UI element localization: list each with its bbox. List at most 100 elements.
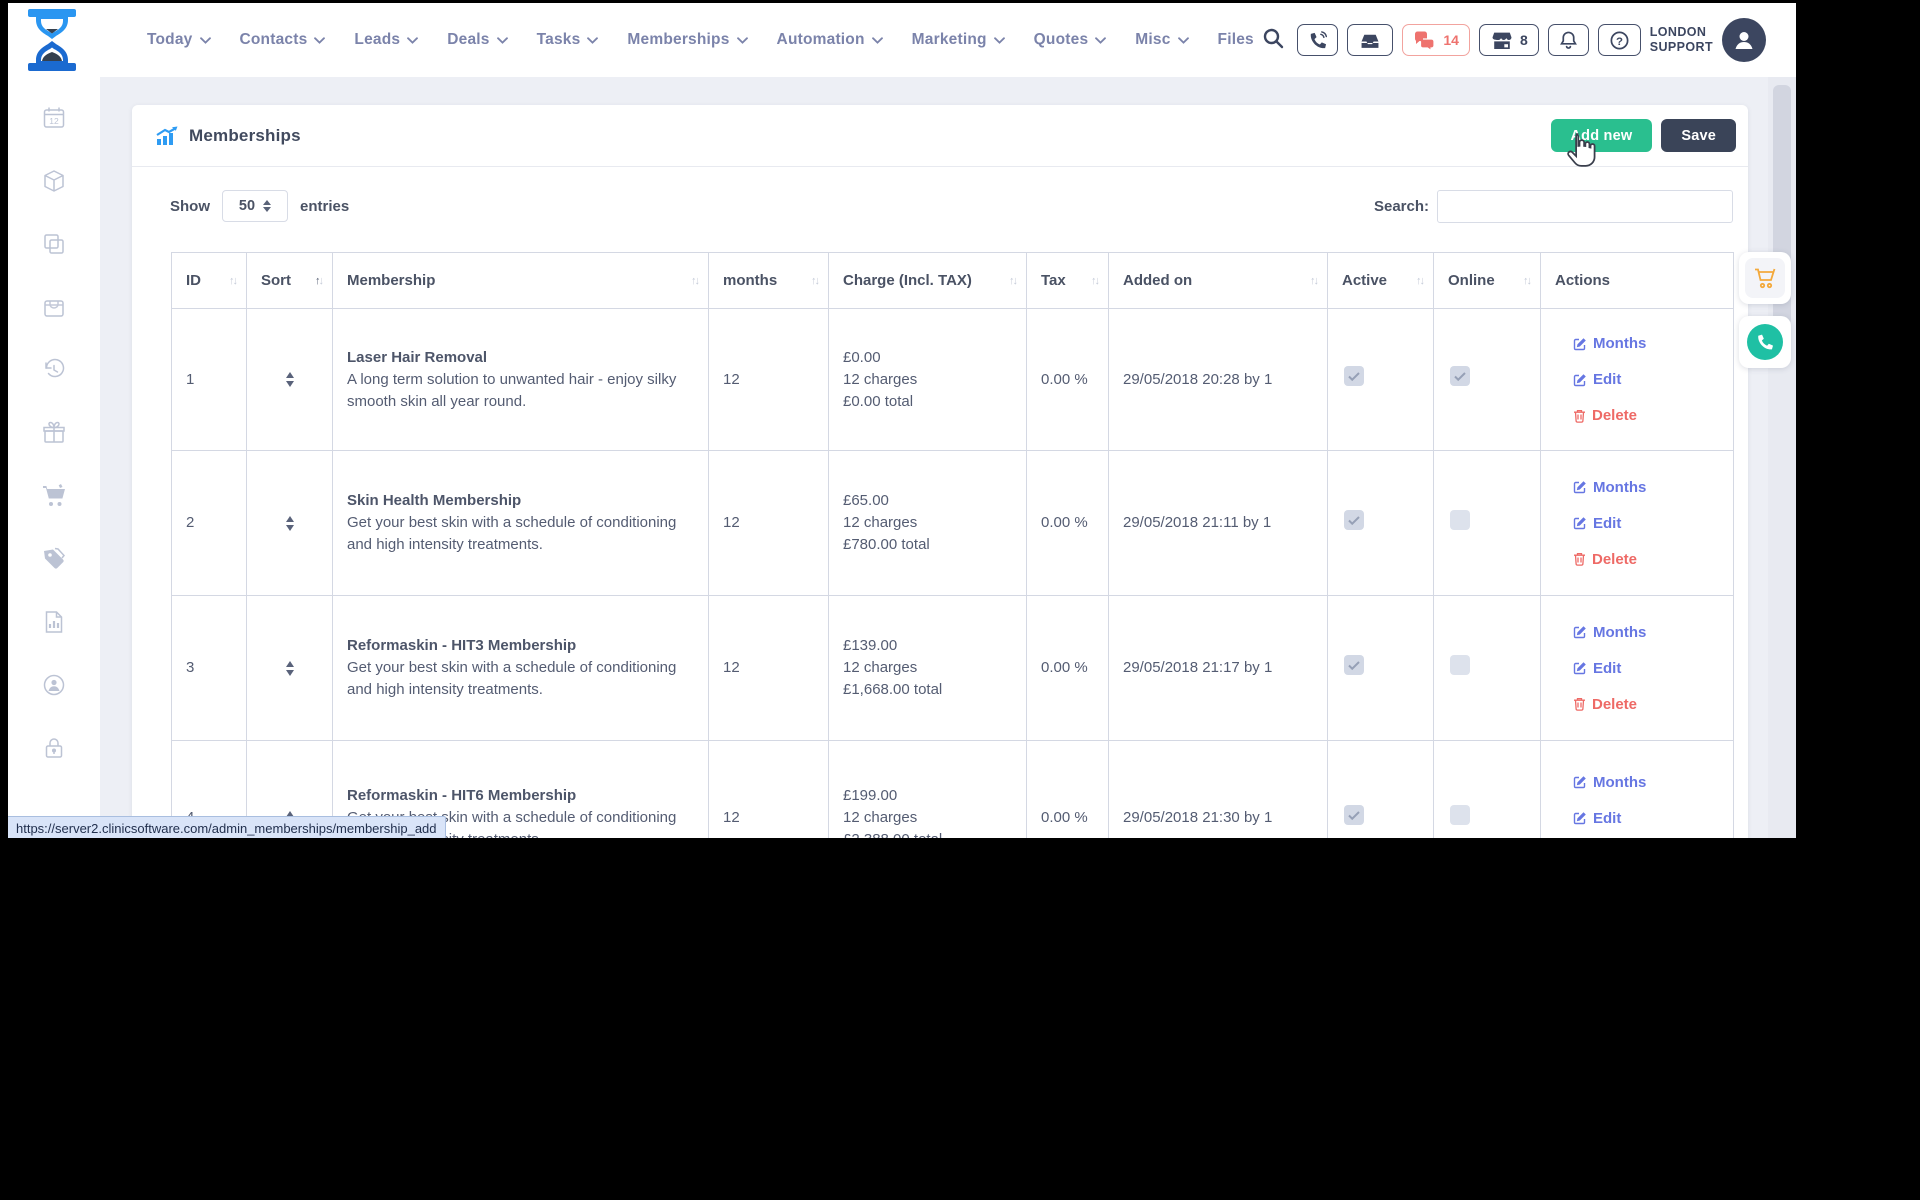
charge-line: £199.00 xyxy=(843,785,1012,807)
entries-label: entries xyxy=(300,198,349,215)
chat-bubbles-icon xyxy=(1413,31,1437,50)
edit-link[interactable]: Edit xyxy=(1573,515,1733,532)
chat-button[interactable]: 14 xyxy=(1402,24,1470,56)
cell-added-on: 29/05/2018 21:11 by 1 xyxy=(1109,506,1327,540)
check-icon xyxy=(1450,366,1470,386)
column-header-tax[interactable]: Tax↑↓ xyxy=(1027,253,1109,309)
column-header-months[interactable]: months↑↓ xyxy=(709,253,829,309)
chevron-down-icon xyxy=(737,37,748,44)
row-sort-handle[interactable] xyxy=(247,661,332,676)
nav-item-marketing[interactable]: Marketing xyxy=(912,31,1005,49)
table-row: 1Laser Hair RemovalA long term solution … xyxy=(172,309,1734,451)
sort-desc-icon: ↓ xyxy=(815,275,819,287)
column-header-id[interactable]: ID↑↓ xyxy=(172,253,247,309)
nav-item-deals[interactable]: Deals xyxy=(447,31,507,49)
copy-icon[interactable] xyxy=(41,231,67,257)
nav-item-files[interactable]: Files xyxy=(1218,31,1254,49)
row-sort-handle[interactable] xyxy=(247,516,332,531)
edit-link[interactable]: Edit xyxy=(1573,810,1733,827)
column-header-added-on[interactable]: Added on↑↓ xyxy=(1109,253,1328,309)
floating-phone-button[interactable] xyxy=(1739,316,1791,368)
save-button[interactable]: Save xyxy=(1661,119,1736,152)
nav-item-misc[interactable]: Misc xyxy=(1135,31,1188,49)
active-checkbox[interactable] xyxy=(1344,366,1364,386)
months-link[interactable]: Months xyxy=(1573,624,1733,641)
nav-item-label: Tasks xyxy=(537,31,581,49)
notifications-button[interactable] xyxy=(1548,24,1589,56)
package-icon[interactable] xyxy=(41,168,67,194)
active-checkbox[interactable] xyxy=(1344,805,1364,825)
search-icon[interactable] xyxy=(1262,27,1284,54)
edit-icon xyxy=(1573,480,1587,494)
shop-button[interactable]: 8 xyxy=(1479,24,1539,56)
sort-desc-icon: ↓ xyxy=(233,275,237,287)
page-size-select[interactable]: 50 xyxy=(222,190,288,222)
cart-icon[interactable] xyxy=(41,483,67,509)
user-badge-icon[interactable] xyxy=(41,672,67,698)
delete-link[interactable]: Delete xyxy=(1573,407,1733,424)
add-new-button[interactable]: Add new xyxy=(1551,119,1653,152)
column-header-actions: Actions xyxy=(1541,253,1734,309)
chevron-down-icon xyxy=(407,37,418,44)
nav-item-label: Today xyxy=(147,31,193,49)
edit-link[interactable]: Edit xyxy=(1573,660,1733,677)
nav-item-quotes[interactable]: Quotes xyxy=(1034,31,1107,49)
column-header-active[interactable]: Active↑↓ xyxy=(1328,253,1434,309)
delete-link[interactable]: Delete xyxy=(1573,696,1733,713)
inbox-button[interactable] xyxy=(1347,24,1393,56)
search-input[interactable] xyxy=(1437,190,1733,223)
nav-item-memberships[interactable]: Memberships xyxy=(627,31,747,49)
months-link[interactable]: Months xyxy=(1573,335,1733,352)
phone-button[interactable] xyxy=(1297,24,1338,56)
membership-description: Get your best skin with a schedule of co… xyxy=(347,512,694,556)
online-checkbox[interactable] xyxy=(1450,510,1470,530)
calendar-icon[interactable]: 12 xyxy=(41,105,67,131)
inbox-icon xyxy=(1358,31,1382,50)
cell-charge: £139.0012 charges£1,668.00 total xyxy=(829,629,1026,707)
membership-description: A long term solution to unwanted hair - … xyxy=(347,369,694,413)
active-checkbox[interactable] xyxy=(1344,510,1364,530)
column-header-online[interactable]: Online↑↓ xyxy=(1434,253,1541,309)
online-checkbox[interactable] xyxy=(1450,366,1470,386)
column-header-sort[interactable]: Sort↑↓ xyxy=(247,253,333,309)
delete-link[interactable]: Delete xyxy=(1573,551,1733,568)
lock-icon[interactable] xyxy=(41,735,67,761)
sort-desc-icon: ↓ xyxy=(1013,275,1017,287)
nav-item-automation[interactable]: Automation xyxy=(777,31,883,49)
column-header-membership[interactable]: Membership↑↓ xyxy=(333,253,709,309)
chat-count-badge: 14 xyxy=(1443,32,1459,48)
online-checkbox[interactable] xyxy=(1450,805,1470,825)
cell-months: 12 xyxy=(709,506,828,540)
months-link[interactable]: Months xyxy=(1573,774,1733,791)
online-checkbox[interactable] xyxy=(1450,655,1470,675)
nav-item-today[interactable]: Today xyxy=(147,31,211,49)
months-link[interactable]: Months xyxy=(1573,479,1733,496)
shopping-bag-icon[interactable] xyxy=(41,294,67,320)
clinicsoftware-logo-icon[interactable] xyxy=(24,9,80,71)
nav-item-contacts[interactable]: Contacts xyxy=(240,31,326,49)
avatar[interactable] xyxy=(1722,18,1766,62)
report-icon[interactable] xyxy=(41,609,67,635)
trash-icon xyxy=(1573,552,1586,566)
edit-link[interactable]: Edit xyxy=(1573,371,1733,388)
floating-cart-button[interactable] xyxy=(1739,252,1791,304)
trash-icon xyxy=(1573,409,1586,423)
nav-item-leads[interactable]: Leads xyxy=(354,31,418,49)
history-icon[interactable] xyxy=(41,357,67,383)
cell-tax: 0.00 % xyxy=(1027,651,1108,685)
row-sort-handle[interactable] xyxy=(247,372,332,387)
nav-item-tasks[interactable]: Tasks xyxy=(537,31,599,49)
nav-item-label: Memberships xyxy=(627,31,729,49)
chevron-down-icon xyxy=(587,37,598,44)
gift-icon[interactable] xyxy=(41,420,67,446)
cell-charge: £0.0012 charges£0.00 total xyxy=(829,341,1026,419)
help-button[interactable]: ? xyxy=(1598,24,1641,56)
nav-item-label: Deals xyxy=(447,31,489,49)
active-checkbox[interactable] xyxy=(1344,655,1364,675)
check-icon xyxy=(1344,366,1364,386)
cell-id: 1 xyxy=(172,363,246,397)
tags-icon[interactable] xyxy=(41,546,67,572)
charge-line: £1,668.00 total xyxy=(843,679,1012,701)
column-header-charge-incl-tax-[interactable]: Charge (Incl. TAX)↑↓ xyxy=(829,253,1027,309)
charge-line: £139.00 xyxy=(843,635,1012,657)
